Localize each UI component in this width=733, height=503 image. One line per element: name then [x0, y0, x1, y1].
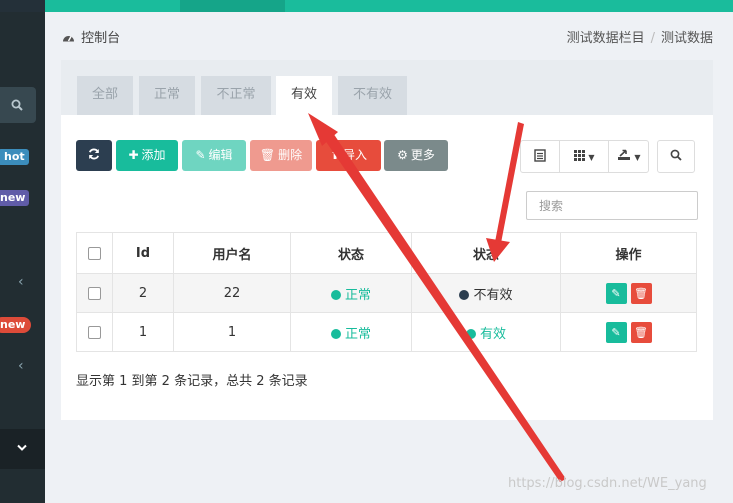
sidebar-collapse-toggle[interactable]: [0, 429, 45, 469]
export-icon: [617, 149, 630, 160]
column-header-status[interactable]: 状态: [290, 232, 412, 274]
row-edit-button[interactable]: ✎: [605, 321, 627, 343]
sidebar-badge-new: new: [0, 190, 30, 206]
tab-normal[interactable]: 正常: [139, 76, 195, 115]
pencil-icon: ✎: [611, 286, 621, 300]
pencil-icon: ✎: [611, 325, 621, 339]
row-checkbox[interactable]: [88, 325, 101, 339]
search-icon: [11, 99, 23, 111]
edit-button-label: 编辑: [208, 148, 233, 162]
status-text: 有效: [479, 326, 506, 342]
breadcrumb-item: 测试数据: [660, 31, 713, 46]
more-button-label: 更多: [410, 148, 435, 162]
tab-valid[interactable]: 有效: [276, 76, 332, 115]
import-button-label: 导入: [343, 148, 368, 162]
cell-username: 1: [173, 312, 291, 352]
cell-username: 22: [173, 273, 291, 313]
status-dot-icon: [459, 289, 470, 300]
breadcrumb: 测试数据栏目 / 测试数据: [566, 31, 713, 46]
cell-status: 正常: [290, 312, 412, 352]
plus-icon: ✚: [128, 148, 139, 162]
column-header-actions: 操作: [560, 232, 697, 274]
trash-icon: 🗑: [259, 148, 276, 162]
search-icon: [670, 149, 682, 161]
breadcrumb-item[interactable]: 测试数据栏目: [567, 31, 645, 46]
add-button-label: 添加: [141, 148, 166, 162]
column-header-status2[interactable]: 状态: [411, 232, 561, 274]
cell-actions: ✎ 🗑: [560, 312, 697, 352]
page-title: 控制台: [62, 27, 120, 46]
table-header-row: Id 用户名 状态 状态 操作: [76, 232, 697, 274]
cell-status: 正常: [290, 273, 412, 313]
select-all-checkbox[interactable]: [88, 246, 101, 260]
columns-toggle-button[interactable]: ▼: [559, 141, 608, 172]
import-button[interactable]: ⬆ 导入: [316, 140, 381, 171]
sidebar-badge-new: new: [0, 317, 32, 333]
table-row[interactable]: 1 1 正常 有效 ✎ 🗑: [76, 312, 697, 352]
add-button[interactable]: ✚ 添加: [116, 140, 178, 171]
cell-id: 2: [112, 273, 174, 313]
cell-status2: 不有效: [411, 273, 561, 313]
trash-icon: 🗑: [634, 286, 648, 300]
refresh-button[interactable]: [76, 140, 112, 171]
cell-status2: 有效: [411, 312, 561, 352]
chevron-left-icon[interactable]: ‹: [18, 274, 24, 290]
status-text: 正常: [344, 287, 371, 303]
caret-down-icon: ▼: [588, 153, 595, 162]
table-row[interactable]: 2 22 正常 不有效 ✎ 🗑: [76, 273, 697, 313]
search-input[interactable]: [526, 191, 698, 220]
row-delete-button[interactable]: 🗑: [630, 282, 652, 304]
tab-bar: 全部 正常 不正常 有效 不有效: [61, 60, 713, 115]
more-button[interactable]: ⚙ 更多: [384, 140, 448, 171]
delete-button[interactable]: 🗑 删除: [250, 140, 312, 171]
chevron-down-icon: [17, 444, 27, 451]
search-button[interactable]: [657, 140, 695, 173]
cell-id: 1: [112, 312, 174, 352]
row-delete-button[interactable]: 🗑: [630, 321, 652, 343]
edit-button[interactable]: ✎ 编辑: [182, 140, 246, 171]
status-dot-icon: [330, 289, 341, 300]
tab-abnormal[interactable]: 不正常: [201, 76, 271, 115]
sidebar: hot new ‹ new ‹: [0, 12, 45, 503]
cell-actions: ✎ 🗑: [560, 273, 697, 313]
top-navbar: [0, 0, 733, 12]
delete-button-label: 删除: [278, 148, 303, 162]
page-title-text: 控制台: [81, 31, 121, 46]
active-nav-tab[interactable]: [180, 0, 285, 12]
card-view-button[interactable]: [521, 141, 559, 172]
status-dot-icon: [330, 328, 341, 339]
dashboard-icon: [63, 36, 74, 42]
pencil-icon: ✎: [195, 148, 206, 162]
sidebar-search-button[interactable]: [0, 87, 36, 123]
data-table: Id 用户名 状态 状态 操作 2 22 正常 不有效 ✎ 🗑 1 1 正常 有…: [76, 232, 697, 352]
select-all-cell: [76, 232, 113, 274]
caret-down-icon: ▼: [634, 153, 641, 162]
status-dot-icon: [465, 328, 476, 339]
list-icon: [534, 149, 546, 162]
trash-icon: 🗑: [634, 325, 648, 339]
refresh-icon: [88, 148, 100, 160]
sidebar-badge-hot: hot: [0, 149, 29, 165]
status-text: 不有效: [473, 287, 513, 303]
chevron-left-icon[interactable]: ‹: [18, 358, 24, 374]
row-checkbox[interactable]: [88, 286, 101, 300]
watermark: https://blog.csdn.net/WE_yang: [508, 476, 707, 491]
status-text: 正常: [344, 326, 371, 342]
grid-icon: [573, 150, 585, 161]
row-edit-button[interactable]: ✎: [605, 282, 627, 304]
logo-area: [0, 0, 45, 12]
tab-invalid[interactable]: 不有效: [338, 76, 407, 115]
gear-icon: ⚙: [397, 148, 408, 162]
column-header-username[interactable]: 用户名: [173, 232, 291, 274]
upload-icon: ⬆: [329, 148, 341, 162]
table-tools: ▼ ▼: [520, 140, 649, 173]
column-header-id[interactable]: Id: [112, 232, 174, 274]
pagination-summary: 显示第 1 到第 2 条记录，总共 2 条记录: [76, 374, 308, 389]
tab-all[interactable]: 全部: [77, 76, 133, 115]
export-button[interactable]: ▼: [608, 141, 649, 172]
content-panel: 全部 正常 不正常 有效 不有效 ✚ 添加 ✎ 编辑 🗑 删除 ⬆ 导入 ⚙ 更多: [61, 60, 713, 420]
